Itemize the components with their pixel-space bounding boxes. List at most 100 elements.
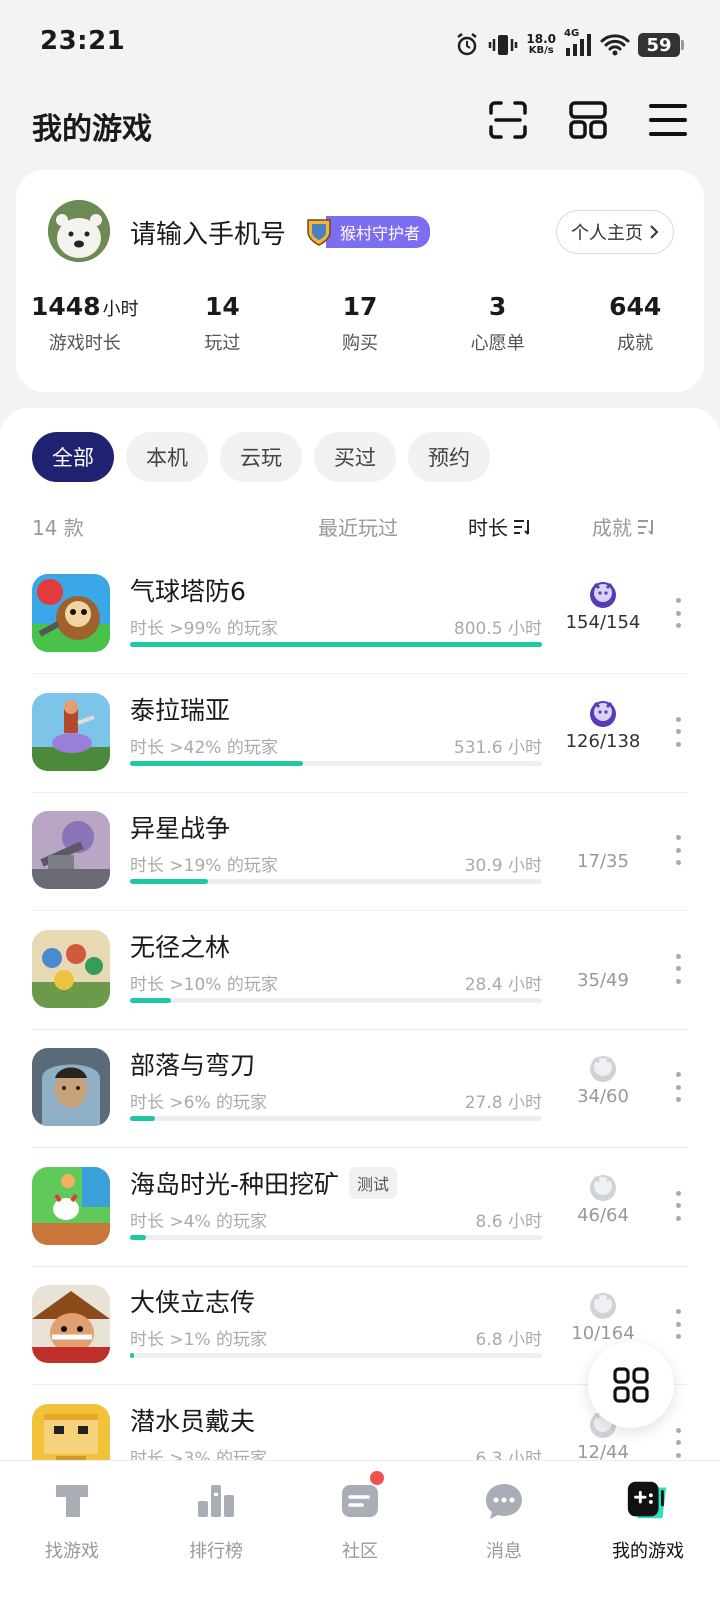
find-games-icon bbox=[48, 1477, 96, 1525]
filter-reserved[interactable]: 预约 bbox=[408, 432, 490, 482]
nav-messages[interactable]: 消息 bbox=[432, 1461, 576, 1600]
profile-page-button[interactable]: 个人主页 bbox=[556, 210, 674, 254]
stat-played[interactable]: 14 玩过 bbox=[154, 292, 292, 355]
dot bbox=[675, 741, 681, 747]
game-icon[interactable] bbox=[32, 574, 110, 652]
nav-find-games[interactable]: 找游戏 bbox=[0, 1461, 144, 1600]
menu-button[interactable] bbox=[648, 100, 688, 140]
playtime-hours: 27.8 小时 bbox=[464, 1093, 542, 1113]
avatar[interactable] bbox=[48, 200, 110, 262]
nav-label: 我的游戏 bbox=[612, 1541, 684, 1562]
playtime-rank: 时长 >1% 的玩家 bbox=[130, 1330, 268, 1350]
game-row[interactable]: 气球塔防6 时长 >99% 的玩家 800.5 小时 154/154 bbox=[32, 556, 688, 674]
achievement-count[interactable]: 126/138 bbox=[548, 731, 658, 752]
game-icon[interactable] bbox=[32, 692, 110, 771]
nav-my-games[interactable]: 我的游戏 bbox=[576, 1461, 720, 1600]
signal-icon: 4G bbox=[564, 28, 592, 58]
achievement-count[interactable]: 10/164 bbox=[548, 1323, 658, 1344]
game-name: 无径之林 bbox=[130, 928, 230, 964]
dot bbox=[675, 1440, 681, 1445]
filter-chips: 全部 本机 云玩 买过 预约 bbox=[32, 432, 490, 482]
game-title: 潜水员戴夫 bbox=[130, 1406, 256, 1436]
achievement-medal-icon bbox=[586, 695, 620, 729]
achievement-medal-icon bbox=[586, 1169, 620, 1203]
achievement-medal-icon bbox=[586, 1050, 620, 1084]
floating-apps-button[interactable] bbox=[588, 1342, 674, 1428]
nav-community[interactable]: 社区 bbox=[288, 1461, 432, 1600]
filter-cloud[interactable]: 云玩 bbox=[220, 432, 302, 482]
game-title: 气球塔防6 bbox=[130, 577, 246, 606]
playtime-rank: 时长 >99% 的玩家 bbox=[130, 619, 278, 639]
filter-all[interactable]: 全部 bbox=[32, 432, 114, 482]
sort-recent[interactable]: 最近玩过 bbox=[318, 512, 398, 541]
game-row[interactable]: 泰拉瑞亚 时长 >42% 的玩家 531.6 小时 126/138 bbox=[32, 675, 688, 793]
game-title: 大侠立志传 bbox=[130, 1288, 256, 1317]
game-icon[interactable] bbox=[32, 811, 110, 889]
more-options-button[interactable] bbox=[668, 1190, 688, 1221]
more-options-button[interactable] bbox=[668, 835, 688, 865]
apps-grid-icon bbox=[613, 1367, 649, 1403]
game-icon[interactable] bbox=[32, 1048, 110, 1126]
sort-icon bbox=[514, 519, 529, 535]
game-icon[interactable] bbox=[32, 929, 110, 1008]
title-badge[interactable]: 猴村守护者 bbox=[306, 216, 431, 248]
stat-wishlist[interactable]: 3 心愿单 bbox=[429, 292, 567, 355]
nav-leaderboard[interactable]: 排行榜 bbox=[144, 1461, 288, 1600]
stat-number: 1448 bbox=[31, 292, 101, 321]
game-row[interactable]: 部落与弯刀 时长 >6% 的玩家 27.8 小时 34/60 bbox=[32, 1030, 688, 1148]
layout-button[interactable] bbox=[568, 100, 608, 140]
more-options-button[interactable] bbox=[668, 716, 688, 747]
more-options-button[interactable] bbox=[668, 1427, 688, 1458]
sort-achievement[interactable]: 成就 bbox=[592, 512, 656, 541]
sort-recent-label: 最近玩过 bbox=[318, 516, 398, 540]
playtime-bar bbox=[130, 1234, 542, 1240]
status-icons: 18.0 KB/s 4G 59 bbox=[454, 28, 684, 62]
achievement-count[interactable]: 34/60 bbox=[548, 1086, 658, 1107]
playtime-hours: 8.6 小时 bbox=[475, 1211, 542, 1232]
more-options-button[interactable] bbox=[668, 598, 688, 628]
game-row[interactable]: 无径之林 时长 >10% 的玩家 28.4 小时 35/49 bbox=[32, 912, 688, 1030]
playtime-bar-fill bbox=[130, 760, 304, 766]
game-name: 潜水员戴夫 bbox=[130, 1402, 255, 1438]
achievement-count[interactable]: 17/35 bbox=[548, 851, 658, 872]
playtime-bar-fill bbox=[130, 879, 209, 884]
game-row[interactable]: 海岛时光-种田挖矿 测试 时长 >4% 的玩家 8.6 小时 46/64 bbox=[32, 1149, 688, 1267]
achievement-count[interactable]: 35/49 bbox=[548, 970, 658, 991]
user-name[interactable]: 请输入手机号 bbox=[130, 214, 286, 251]
playtime-rank: 时长 >42% 的玩家 bbox=[130, 737, 278, 758]
achievement-count[interactable]: 154/154 bbox=[548, 612, 658, 633]
badge-label: 猴村守护者 bbox=[326, 216, 431, 248]
dot bbox=[675, 1334, 681, 1339]
dot bbox=[675, 1072, 681, 1077]
scan-button[interactable] bbox=[488, 100, 528, 140]
status-time: 23:21 bbox=[40, 26, 126, 56]
filter-bought[interactable]: 买过 bbox=[314, 432, 396, 482]
filter-local[interactable]: 本机 bbox=[126, 432, 208, 482]
game-row[interactable]: 大侠立志传 时长 >1% 的玩家 6.8 小时 10/164 bbox=[32, 1267, 688, 1385]
playtime-bar bbox=[130, 760, 542, 766]
game-name: 泰拉瑞亚 bbox=[130, 691, 230, 727]
stat-purchased[interactable]: 17 购买 bbox=[291, 292, 429, 355]
alarm-icon bbox=[454, 32, 480, 58]
game-icon[interactable] bbox=[32, 1285, 110, 1363]
sort-icon bbox=[638, 519, 653, 535]
more-options-button[interactable] bbox=[668, 953, 688, 984]
achievement-count[interactable]: 46/64 bbox=[548, 1205, 658, 1226]
stat-value: 3 bbox=[488, 292, 507, 321]
game-row[interactable]: 异星战争 时长 >19% 的玩家 30.9 小时 17/35 bbox=[32, 793, 688, 911]
game-name: 异星战争 bbox=[130, 809, 230, 845]
playtime-bar bbox=[130, 879, 542, 884]
stat-playtime[interactable]: 1448 小时 游戏时长 bbox=[16, 292, 154, 355]
more-options-button[interactable] bbox=[668, 1309, 688, 1339]
game-title: 部落与弯刀 bbox=[130, 1051, 256, 1080]
dot bbox=[675, 1427, 681, 1433]
stat-achievements[interactable]: 644 成就 bbox=[566, 292, 704, 355]
battery-icon: 59 bbox=[638, 33, 684, 57]
vibrate-icon bbox=[488, 32, 518, 58]
sort-duration[interactable]: 时长 bbox=[468, 512, 532, 541]
stat-label: 心愿单 bbox=[470, 333, 525, 354]
playtime-rank: 时长 >10% 的玩家 bbox=[130, 974, 278, 995]
stat-value: 1448 小时 bbox=[16, 292, 154, 321]
game-icon[interactable] bbox=[32, 1166, 110, 1245]
more-options-button[interactable] bbox=[668, 1072, 688, 1102]
